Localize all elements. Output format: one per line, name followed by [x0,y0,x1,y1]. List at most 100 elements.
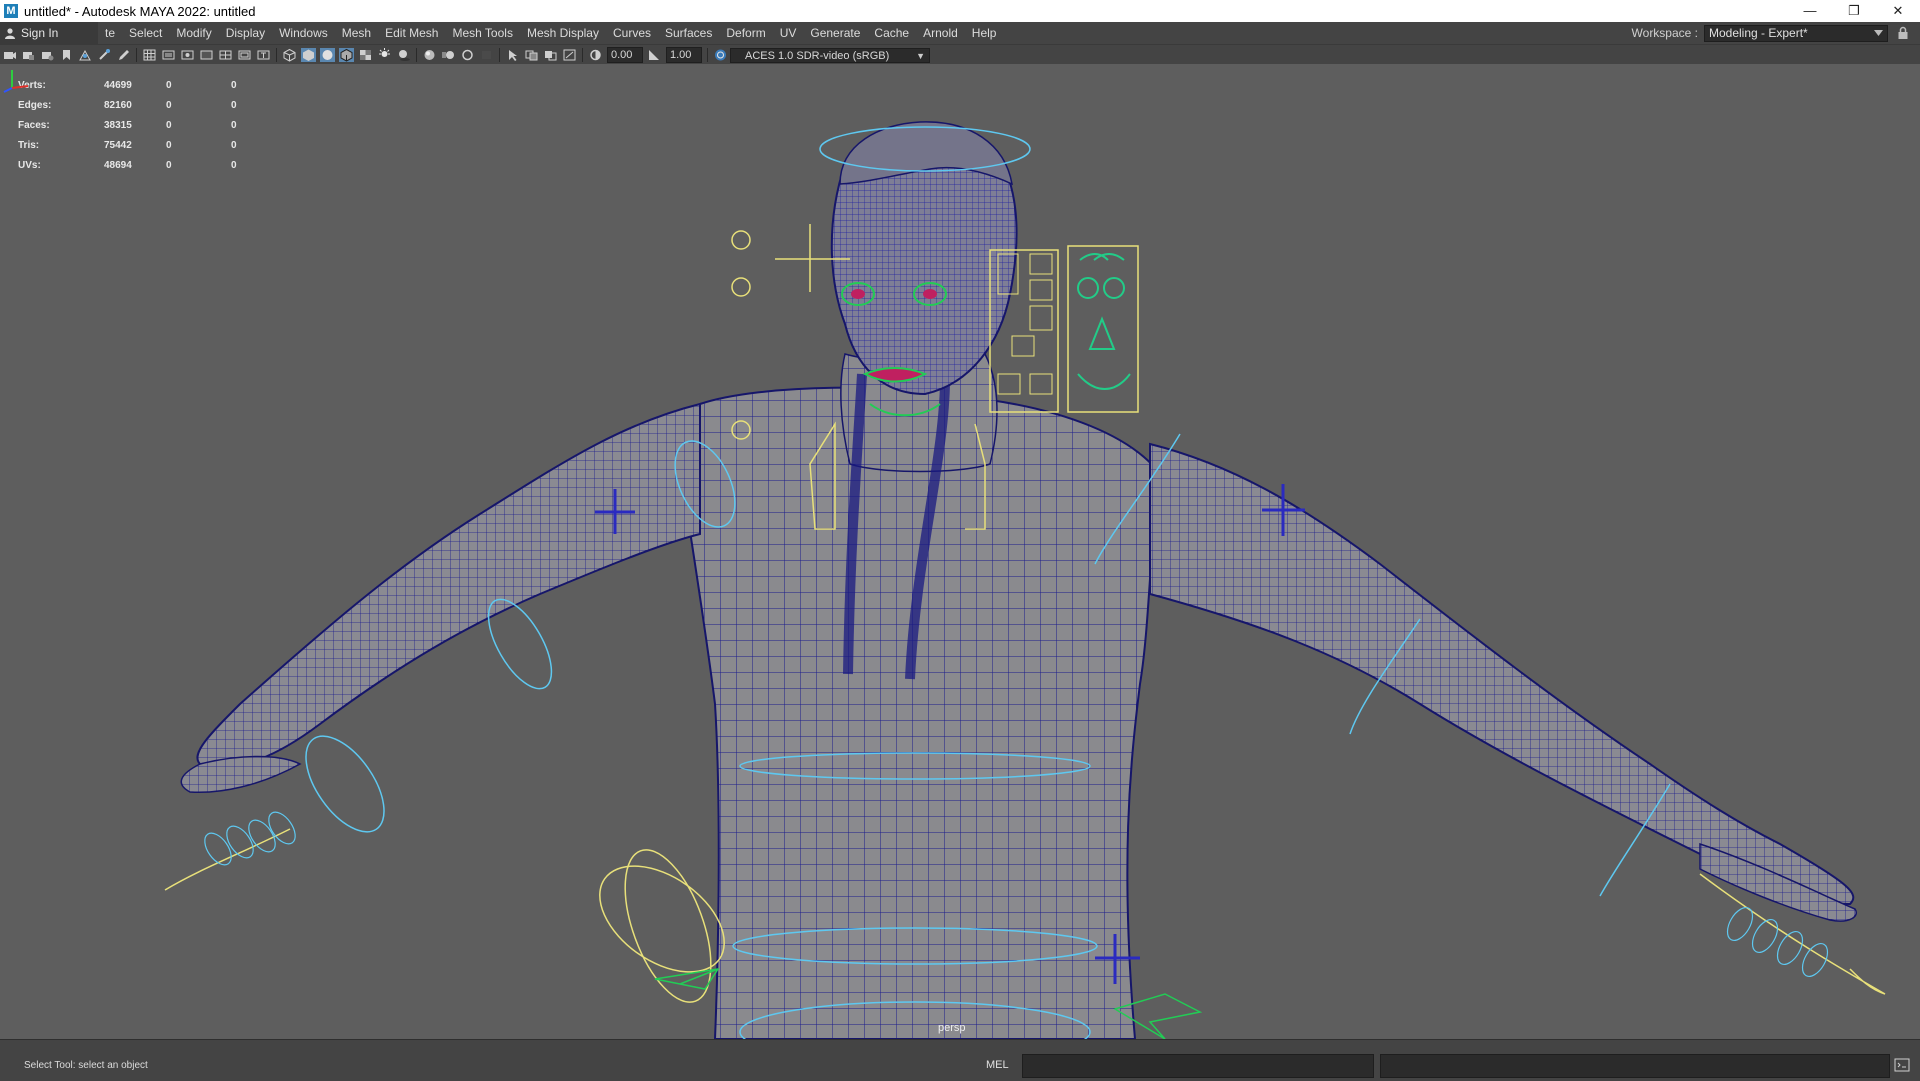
hud-value: 0 [166,119,172,131]
close-button[interactable]: ✕ [1876,0,1920,22]
title-bar: M untitled* - Autodesk MAYA 2022: untitl… [0,0,1920,22]
smooth-shade-icon[interactable] [301,48,316,62]
image-plane-icon[interactable] [78,48,93,62]
lock-icon[interactable] [1896,26,1910,40]
hud-row: Edges: 82160 0 0 [18,95,271,115]
lock-camera-icon[interactable] [21,48,36,62]
motion-blur-icon[interactable] [441,48,456,62]
workspace-dropdown[interactable]: Modeling - Expert* [1704,24,1888,42]
xray-icon[interactable] [524,48,539,62]
hud-value: 82160 [104,99,132,111]
restore-button[interactable]: ❐ [1832,0,1876,22]
safe-action-icon[interactable] [237,48,252,62]
gamma-icon[interactable] [647,48,662,62]
2d-pan-zoom-icon[interactable] [97,48,112,62]
grid-icon[interactable] [142,48,157,62]
isolate-select-icon[interactable] [505,48,520,62]
character-right-arm-mesh[interactable] [1149,442,1855,906]
command-line-input[interactable] [1022,1054,1374,1078]
eye-left [851,289,865,299]
view-transform-icon[interactable] [713,48,728,62]
default-material-icon[interactable] [320,48,335,62]
hud-value: 38315 [104,119,132,131]
toolbar-separator [276,48,277,62]
hud-value: 0 [166,139,172,151]
hud-value: 48694 [104,159,132,171]
camera-icon[interactable] [2,48,17,62]
eye-right [923,289,937,299]
film-gate-icon[interactable] [161,48,176,62]
shadows-icon[interactable] [396,48,411,62]
menu-item-mesh-display[interactable]: Mesh Display [520,26,606,40]
hud-label: Verts: [18,79,46,91]
camera-attributes-icon[interactable] [40,48,55,62]
hud-label: Edges: [18,99,52,111]
main-menu-bar: Sign In te Select Modify Display Windows Mesh… [0,22,1920,44]
menu-item-edit-mesh[interactable]: Edit Mesh [378,26,445,40]
scene-render [164,121,1886,1039]
grease-pencil-icon[interactable] [116,48,131,62]
menu-item-generate[interactable]: Generate [803,26,867,40]
user-icon [5,28,15,39]
safe-title-icon[interactable] [256,48,271,62]
character-left-arm-mesh[interactable] [196,402,701,768]
xray-active-components-icon[interactable] [543,48,558,62]
xray-joints-icon[interactable] [562,48,577,62]
menu-item-display[interactable]: Display [219,26,272,40]
bookmark-icon[interactable] [59,48,74,62]
workspace-value: Modeling - Expert* [1709,26,1808,40]
wireframe-icon[interactable] [282,48,297,62]
menu-item-modify[interactable]: Modify [169,26,218,40]
menu-item-mesh[interactable]: Mesh [335,26,378,40]
window-title: untitled* - Autodesk MAYA 2022: untitled [24,3,256,19]
exposure-icon[interactable] [588,48,603,62]
toolbar-separator [136,48,137,62]
menu-item-te[interactable]: te [98,26,122,40]
chevron-down-icon: ▼ [916,50,925,61]
hud-label: Faces: [18,119,50,131]
hud-value: 0 [231,99,237,111]
menu-items: te Select Modify Display Windows Mesh Edit Mes… [98,22,1003,44]
locator-circle[interactable] [731,277,751,297]
field-chart-icon[interactable] [218,48,233,62]
sign-in-button[interactable]: Sign In [0,22,98,44]
menu-item-select[interactable]: Select [122,26,169,40]
resolution-gate-icon[interactable] [180,48,195,62]
textured-icon[interactable] [358,48,373,62]
lights-icon[interactable] [377,48,392,62]
hud-value: 44699 [104,79,132,91]
menu-item-uv[interactable]: UV [773,26,804,40]
menu-item-cache[interactable]: Cache [867,26,916,40]
menu-item-mesh-tools[interactable]: Mesh Tools [445,26,519,40]
gamma-field[interactable]: 1.00 [666,47,702,63]
perspective-viewport[interactable]: Verts: 44699 0 0 Edges: 82160 0 0 Faces: 38315 0 0 T… [0,64,1920,1039]
color-space-dropdown[interactable]: ACES 1.0 SDR-video (sRGB) ▼ [730,47,930,63]
locator-circle[interactable] [731,230,751,250]
wrist-control-left[interactable] [291,723,400,845]
panel-toolbar: 0.00 1.00 ACES 1.0 SDR-video (sRGB) ▼ [0,44,1920,65]
menu-item-windows[interactable]: Windows [272,26,335,40]
finger-controls-left[interactable] [199,808,300,870]
face-gui-expressions[interactable] [1077,253,1131,390]
exposure-field[interactable]: 0.00 [607,47,643,63]
gate-mask-icon[interactable] [199,48,214,62]
minimize-button[interactable]: — [1788,0,1832,22]
face-gui-panel-large[interactable] [1067,245,1139,413]
poly-count-hud: Verts: 44699 0 0 Edges: 82160 0 0 Faces: 38315 0 0 T… [18,75,271,175]
script-editor-icon[interactable] [1894,1057,1910,1073]
command-language-button[interactable]: MEL [986,1059,1009,1071]
hud-row: Tris: 75442 0 0 [18,135,271,155]
character-torso-mesh[interactable] [678,386,1162,1039]
anti-aliasing-icon[interactable] [460,48,475,62]
depth-of-field-icon[interactable] [479,48,494,62]
menu-item-arnold[interactable]: Arnold [916,26,965,40]
menu-item-help[interactable]: Help [965,26,1004,40]
wireframe-on-shaded-icon[interactable] [339,48,354,62]
hud-value: 0 [166,159,172,171]
menu-item-surfaces[interactable]: Surfaces [658,26,719,40]
menu-item-curves[interactable]: Curves [606,26,658,40]
menu-item-deform[interactable]: Deform [719,26,772,40]
hud-value: 0 [231,79,237,91]
help-line: Select Tool: select an object [24,1060,148,1071]
ambient-occlusion-icon[interactable] [422,48,437,62]
